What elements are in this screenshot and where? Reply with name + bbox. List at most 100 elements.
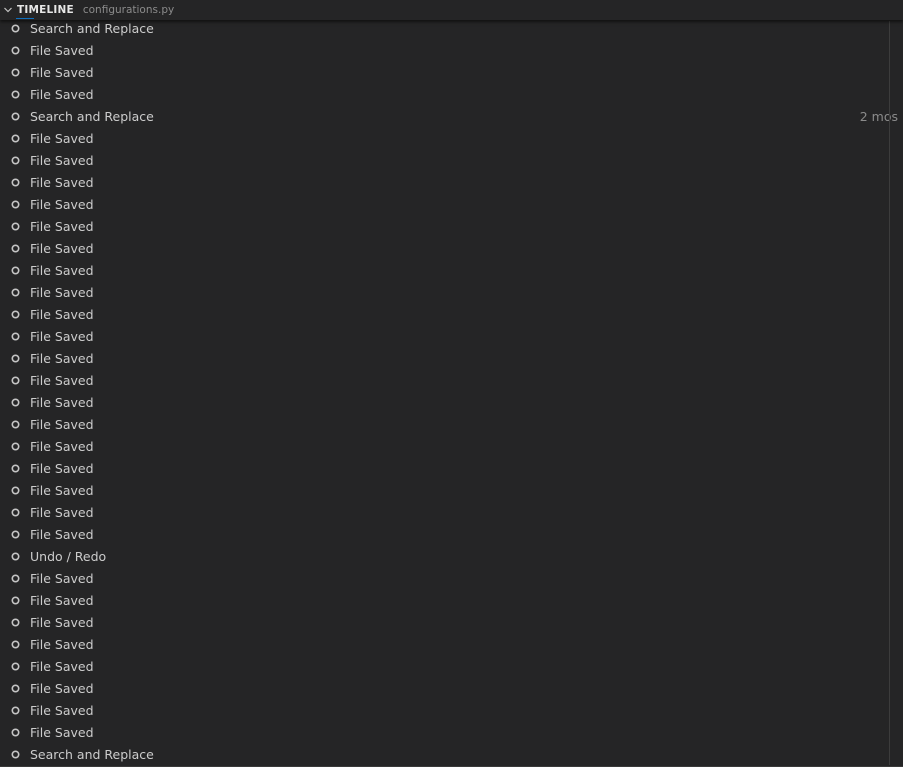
timeline-title-wrap: TIMELINE [16,0,74,20]
timeline-item[interactable]: File Saved [0,193,890,215]
timeline-panel: TIMELINE configurations.py Search and Re… [0,0,903,767]
timeline-item[interactable]: File Saved [0,303,890,325]
circle-outline-icon [11,463,20,473]
timeline-item[interactable]: File Saved [0,523,890,545]
timeline-item[interactable]: File Saved [0,325,890,347]
timeline-item[interactable]: File Saved [0,677,890,699]
circle-outline-icon [11,221,20,231]
circle-outline-icon [11,573,20,583]
file-name-label: configurations.py [82,4,175,16]
circle-outline-icon [11,199,20,209]
circle-outline-icon [11,529,20,539]
timeline-item-label: File Saved [30,570,94,586]
timeline-item[interactable]: File Saved [0,435,890,457]
timeline-item-label: File Saved [30,196,94,212]
circle-outline-icon [11,551,20,561]
timeline-item-label: File Saved [30,636,94,652]
circle-outline-icon [11,243,20,253]
timeline-item-label: Search and Replace [30,20,154,36]
title-focus-indicator [16,18,34,19]
timeline-item[interactable]: File Saved [0,633,890,655]
timeline-item-label: File Saved [30,724,94,740]
timeline-item-label: File Saved [30,152,94,168]
timeline-item[interactable]: File Saved [0,589,890,611]
circle-outline-icon [11,419,20,429]
chevron-down-icon[interactable] [0,0,16,20]
timeline-item[interactable]: Search and Replace [0,743,890,765]
timeline-header[interactable]: TIMELINE configurations.py [0,0,903,20]
circle-outline-icon [11,749,20,759]
timeline-item[interactable]: File Saved [0,721,890,743]
circle-outline-icon [11,639,20,649]
timeline-item[interactable]: Search and Replace [0,17,890,39]
timeline-item-label: Search and Replace [30,746,154,762]
circle-outline-icon [11,441,20,451]
timeline-item-label: File Saved [30,284,94,300]
timeline-item[interactable]: File Saved [0,83,890,105]
timeline-item-label: File Saved [30,702,94,718]
circle-outline-icon [11,705,20,715]
timeline-item[interactable]: File Saved [0,369,890,391]
scrollbar[interactable] [889,21,890,765]
circle-outline-icon [11,661,20,671]
timeline-item[interactable]: Search and Replace 2 mos [0,105,898,127]
circle-outline-icon [11,45,20,55]
timeline-item[interactable]: File Saved [0,699,890,721]
timeline-item-label: Undo / Redo [30,548,107,564]
timeline-item-label: File Saved [30,614,94,630]
timeline-item[interactable]: File Saved [0,655,890,677]
circle-outline-icon [11,155,20,165]
circle-outline-icon [11,485,20,495]
timeline-item-time: 2 mos [859,108,898,124]
timeline-item[interactable]: File Saved [0,215,890,237]
timeline-item-label: File Saved [30,240,94,256]
timeline-item[interactable]: File Saved [0,457,890,479]
timeline-item-label: File Saved [30,64,94,80]
timeline-item[interactable]: File Saved [0,281,890,303]
timeline-item-label: File Saved [30,416,94,432]
circle-outline-icon [11,683,20,693]
circle-outline-icon [11,23,20,33]
timeline-item-label: File Saved [30,372,94,388]
timeline-item[interactable]: File Saved [0,501,890,523]
timeline-item-label: File Saved [30,482,94,498]
timeline-item-label: File Saved [30,438,94,454]
circle-outline-icon [11,67,20,77]
timeline-item-label: File Saved [30,328,94,344]
timeline-item[interactable]: File Saved [0,567,890,589]
timeline-item[interactable]: File Saved [0,171,890,193]
timeline-item-label: File Saved [30,658,94,674]
timeline-item-label: File Saved [30,504,94,520]
timeline-item-label: File Saved [30,42,94,58]
timeline-item-label: File Saved [30,86,94,102]
circle-outline-icon [11,89,20,99]
timeline-item[interactable]: File Saved [0,259,890,281]
timeline-item-label: File Saved [30,174,94,190]
circle-outline-icon [11,595,20,605]
timeline-item[interactable]: File Saved [0,391,890,413]
timeline-item-label: File Saved [30,350,94,366]
timeline-item[interactable]: File Saved [0,611,890,633]
timeline-item[interactable]: File Saved [0,149,890,171]
timeline-item[interactable]: Undo / Redo [0,545,890,567]
circle-outline-icon [11,265,20,275]
timeline-item[interactable]: File Saved [0,61,890,83]
circle-outline-icon [11,375,20,385]
timeline-item[interactable]: File Saved [0,39,890,61]
circle-outline-icon [11,287,20,297]
circle-outline-icon [11,331,20,341]
timeline-item-label: File Saved [30,130,94,146]
timeline-item-label: File Saved [30,262,94,278]
timeline-item-label: File Saved [30,306,94,322]
timeline-item[interactable]: File Saved [0,413,890,435]
timeline-item[interactable]: File Saved [0,479,890,501]
timeline-item[interactable]: File Saved [0,127,890,149]
circle-outline-icon [11,309,20,319]
circle-outline-icon [11,397,20,407]
circle-outline-icon [11,353,20,363]
timeline-item-label: File Saved [30,526,94,542]
circle-outline-icon [11,111,20,121]
timeline-item-label: File Saved [30,218,94,234]
timeline-item[interactable]: File Saved [0,237,890,259]
timeline-item[interactable]: File Saved [0,347,890,369]
